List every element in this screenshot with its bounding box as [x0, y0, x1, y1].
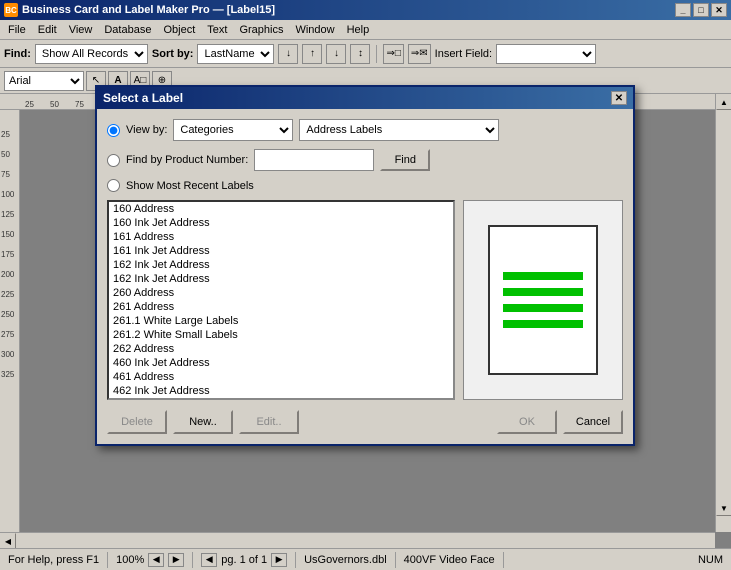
- list-item[interactable]: 261.1 White Large Labels: [109, 314, 453, 328]
- preview-line-2: [503, 288, 583, 296]
- list-item[interactable]: 460 Ink Jet Address: [109, 356, 453, 370]
- category-select[interactable]: Address Labels: [299, 119, 499, 141]
- find-by-product-label: Find by Product Number:: [126, 154, 248, 166]
- dialog-body: View by: Categories Address Labels Find …: [97, 109, 633, 444]
- list-item[interactable]: 262 Address: [109, 342, 453, 356]
- edit-button[interactable]: Edit..: [239, 410, 299, 434]
- list-item[interactable]: 461 Address: [109, 370, 453, 384]
- preview-line-1: [503, 272, 583, 280]
- preview-line-4: [503, 320, 583, 328]
- delete-button[interactable]: Delete: [107, 410, 167, 434]
- view-by-radio[interactable]: [107, 124, 120, 137]
- find-button[interactable]: Find: [380, 149, 430, 171]
- left-buttons: Delete New.. Edit..: [107, 410, 299, 434]
- show-recent-row: Show Most Recent Labels: [107, 179, 623, 192]
- dialog-overlay: Select a Label ✕ View by: Categories Add…: [0, 0, 731, 570]
- label-list[interactable]: 160 Address 160 Ink Jet Address 161 Addr…: [107, 200, 455, 400]
- find-by-product-row: Find by Product Number: Find: [107, 149, 623, 171]
- list-item[interactable]: 162 Ink Jet Address: [109, 258, 453, 272]
- show-recent-label: Show Most Recent Labels: [126, 180, 254, 192]
- preview-line-3: [503, 304, 583, 312]
- product-number-input[interactable]: [254, 149, 374, 171]
- find-by-product-radio[interactable]: [107, 154, 120, 167]
- select-label-dialog: Select a Label ✕ View by: Categories Add…: [95, 85, 635, 446]
- view-by-label: View by:: [126, 124, 167, 136]
- right-buttons: OK Cancel: [497, 410, 623, 434]
- list-item[interactable]: 5159 Address: [109, 398, 453, 400]
- list-item[interactable]: 160 Ink Jet Address: [109, 216, 453, 230]
- list-item[interactable]: 261 Address: [109, 300, 453, 314]
- show-recent-radio[interactable]: [107, 179, 120, 192]
- list-item[interactable]: 462 Ink Jet Address: [109, 384, 453, 398]
- dialog-close-button[interactable]: ✕: [611, 91, 627, 105]
- list-item[interactable]: 261.2 White Small Labels: [109, 328, 453, 342]
- dialog-button-row: Delete New.. Edit.. OK Cancel: [107, 410, 623, 434]
- view-by-row: View by: Categories Address Labels: [107, 119, 623, 141]
- dialog-content: 160 Address 160 Ink Jet Address 161 Addr…: [107, 200, 623, 400]
- list-item[interactable]: 160 Address: [109, 202, 453, 216]
- list-item[interactable]: 161 Ink Jet Address: [109, 244, 453, 258]
- list-item[interactable]: 161 Address: [109, 230, 453, 244]
- cancel-button[interactable]: Cancel: [563, 410, 623, 434]
- ok-button[interactable]: OK: [497, 410, 557, 434]
- dialog-title-bar: Select a Label ✕: [97, 87, 633, 109]
- list-item[interactable]: 162 Ink Jet Address: [109, 272, 453, 286]
- dialog-title-text: Select a Label: [103, 91, 183, 105]
- new-button[interactable]: New..: [173, 410, 233, 434]
- view-by-select[interactable]: Categories: [173, 119, 293, 141]
- list-item[interactable]: 260 Address: [109, 286, 453, 300]
- label-preview-panel: [463, 200, 623, 400]
- label-preview: [488, 225, 598, 375]
